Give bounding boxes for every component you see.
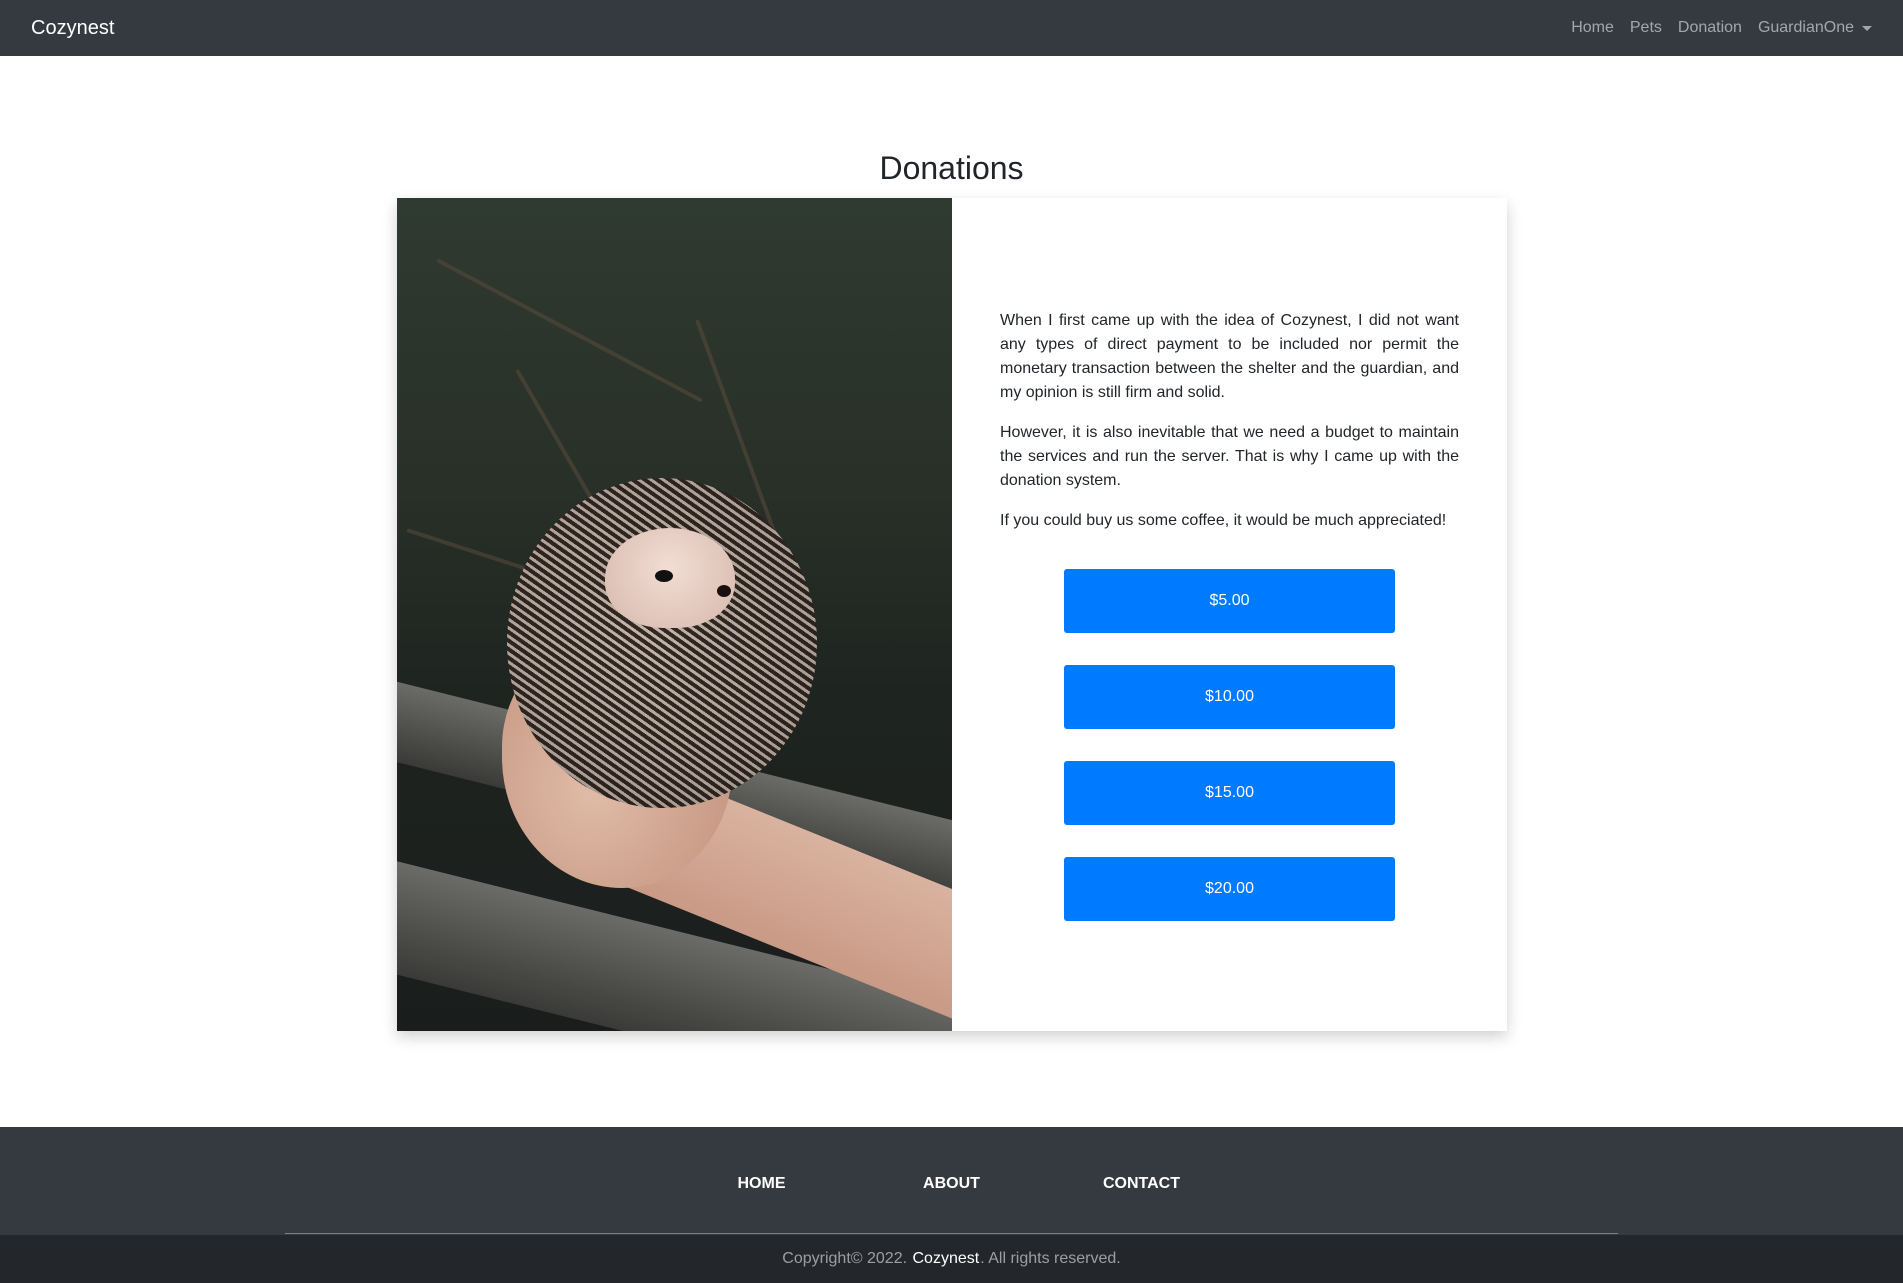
nav-links: Home Pets Donation GuardianOne (1571, 19, 1872, 37)
top-navbar: Cozynest Home Pets Donation GuardianOne (0, 0, 1903, 56)
donation-card: When I first came up with the idea of Co… (397, 198, 1507, 1031)
donate-20-button[interactable]: $20.00 (1064, 856, 1395, 921)
nav-link-home[interactable]: Home (1571, 19, 1614, 37)
footer-divider (285, 1233, 1618, 1234)
coffee-paragraph: If you could buy us some coffee, it woul… (1000, 511, 1447, 529)
copyright-prefix: Copyright© 2022. (782, 1250, 908, 1267)
budget-paragraph: However, it is also inevitable that we n… (1000, 423, 1459, 489)
copyright-suffix: . All rights reserved. (980, 1250, 1121, 1267)
brand-logo-link[interactable]: Cozynest (31, 17, 114, 40)
caret-down-icon (1862, 25, 1872, 31)
nav-link-pets[interactable]: Pets (1630, 19, 1662, 37)
donation-options: $5.00 $10.00 $15.00 $20.00 (1000, 568, 1459, 921)
footer-link-home[interactable]: HOME (667, 1175, 857, 1193)
copyright-bar: Copyright© 2022. Cozynest. All rights re… (0, 1235, 1903, 1283)
page-title: Donations (879, 150, 1024, 186)
donation-content: When I first came up with the idea of Co… (952, 198, 1507, 1031)
intro-paragraph: When I first came up with the idea of Co… (1000, 311, 1459, 401)
nav-link-donation[interactable]: Donation (1678, 19, 1742, 37)
footer-link-contact[interactable]: CONTACT (1047, 1175, 1237, 1193)
hedgehog-photo (397, 198, 952, 1031)
copyright-brand-link[interactable]: Cozynest (913, 1250, 980, 1268)
donate-15-button[interactable]: $15.00 (1064, 760, 1395, 825)
footer-links: HOME ABOUT CONTACT (0, 1175, 1903, 1193)
donate-10-button[interactable]: $10.00 (1064, 664, 1395, 729)
user-dropdown-toggle[interactable]: GuardianOne (1758, 19, 1872, 37)
donate-5-button[interactable]: $5.00 (1064, 568, 1395, 633)
user-dropdown-label: GuardianOne (1757, 19, 1854, 36)
footer-link-about[interactable]: ABOUT (857, 1175, 1047, 1193)
